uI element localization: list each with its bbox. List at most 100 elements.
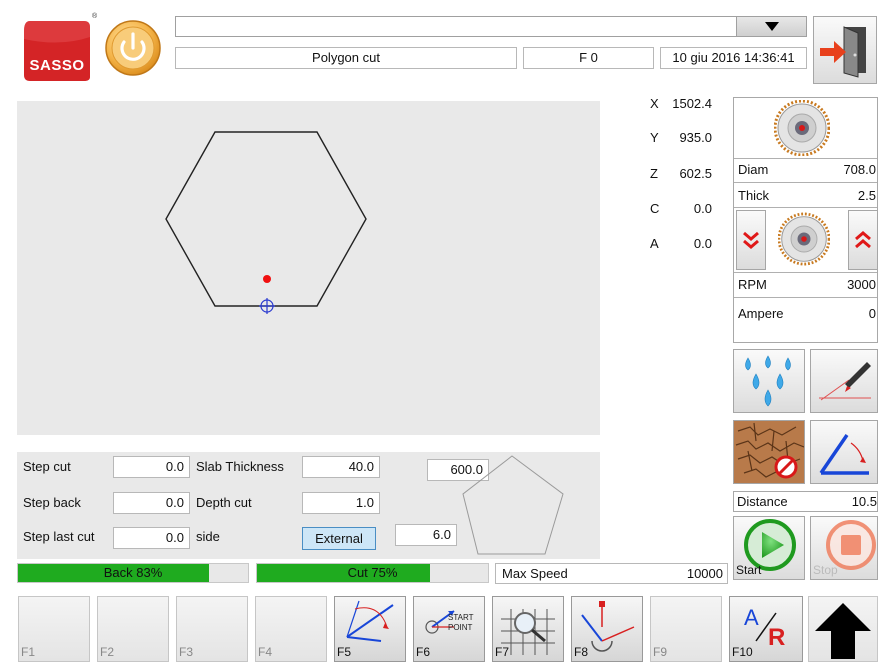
f2-label: F2 [100, 645, 115, 659]
distance-value: 10.5 [851, 494, 877, 509]
probe-button[interactable] [810, 349, 878, 413]
datetime-field: 10 giu 2016 14:36:41 [660, 47, 807, 69]
back-progress-text: Back 83% [103, 565, 163, 580]
slab-thickness-label: Slab Thickness [196, 459, 284, 474]
distance-row: Distance 10.5 [733, 491, 878, 512]
f8-label: F8 [574, 645, 589, 659]
diam-label: Diam [738, 162, 769, 177]
f9-label: F9 [653, 645, 668, 659]
brand-logo: SASSO ® [20, 13, 97, 83]
brand-logo-text: SASSO [29, 57, 85, 74]
up-arrow-icon [815, 603, 871, 659]
axis-z-label: Z [650, 166, 658, 181]
program-select[interactable] [175, 16, 807, 37]
start-point-crosshair-icon [259, 298, 275, 314]
pentagon-preview-icon [462, 455, 564, 555]
blade-up-button[interactable] [848, 210, 878, 270]
side-external-button[interactable]: External [302, 527, 376, 550]
f8-button[interactable]: F8 [571, 596, 643, 662]
double-chevron-up-icon [855, 231, 871, 249]
axis-c-value: 0.0 [693, 201, 712, 216]
rpm-label: RPM [738, 277, 767, 292]
slab-disabled-icon [734, 421, 805, 483]
step-back-label: Step back [23, 495, 81, 510]
axis-z-value: 602.5 [679, 166, 712, 181]
tool-position-marker [263, 275, 271, 283]
depth-cut-label: Depth cut [196, 495, 252, 510]
water-drops-icon [745, 355, 791, 407]
slab-texture-button[interactable] [733, 420, 805, 484]
angle-measure-icon [819, 434, 869, 475]
f10-button[interactable]: A R F10 [729, 596, 803, 662]
dropdown-button[interactable] [736, 17, 806, 36]
step-last-cut-label: Step last cut [23, 529, 95, 544]
max-speed-label: Max Speed [502, 566, 568, 581]
f6-point-text: POINT [448, 623, 473, 632]
back-progress-bar: Back 83% [17, 563, 249, 583]
svg-text:R: R [768, 624, 785, 651]
up-arrow-button[interactable] [808, 596, 878, 662]
start-label: Start [736, 563, 762, 577]
f5-button[interactable]: F5 [334, 596, 406, 662]
f2-button[interactable]: F2 [97, 596, 169, 662]
cut-progress-bar: Cut 75% [256, 563, 489, 583]
axis-x-value: 1502.4 [672, 96, 712, 111]
f3-label: F3 [179, 645, 194, 659]
blade-down-button[interactable] [736, 210, 766, 270]
step-cut-input[interactable]: 0.0 [113, 456, 190, 478]
thick-label: Thick [738, 188, 770, 203]
f1-label: F1 [21, 645, 36, 659]
f6-label: F6 [416, 645, 431, 659]
f4-button[interactable]: F4 [255, 596, 327, 662]
slab-thickness-input[interactable]: 40.0 [302, 456, 380, 478]
ampere-value: 0 [868, 306, 876, 321]
f1-button[interactable]: F1 [18, 596, 90, 662]
thick-value: 2.5 [857, 188, 876, 203]
max-speed-field: Max Speed 10000 [495, 563, 728, 584]
stop-button[interactable]: Stop [810, 516, 878, 580]
cut-preview-canvas[interactable] [17, 101, 600, 435]
axis-a-label: A [650, 236, 659, 251]
svg-text:A: A [744, 605, 759, 630]
ampere-label: Ampere [738, 306, 784, 321]
depth-cut-input[interactable]: 1.0 [302, 492, 380, 514]
f10-label: F10 [732, 645, 753, 659]
start-button[interactable]: Start [733, 516, 805, 580]
distance-label: Distance [737, 494, 788, 509]
axis-y-label: Y [650, 130, 659, 145]
axis-a-value: 0.0 [693, 236, 712, 251]
axis-c-label: C [650, 201, 660, 216]
rpm-value: 3000 [847, 277, 876, 292]
power-button[interactable] [103, 17, 163, 79]
f7-button[interactable]: F7 [492, 596, 564, 662]
blade-panel: Diam 708.0 Thick 2.5 RPM 3000 Ampere 0 [733, 97, 878, 343]
program-name-field: Polygon cut [175, 47, 517, 69]
chevron-down-icon [765, 22, 779, 31]
axis-y-value: 935.0 [679, 130, 712, 145]
blade-saw-icon [774, 100, 830, 156]
f5-label: F5 [337, 645, 352, 659]
f6-button[interactable]: START POINT F6 [413, 596, 485, 662]
start-point-icon [425, 610, 455, 634]
double-chevron-down-icon [743, 231, 759, 249]
f6-start-text: START [448, 613, 474, 622]
step-last-cut-input[interactable]: 0.0 [113, 527, 190, 549]
exit-button[interactable] [813, 16, 877, 84]
probe-pen-icon [819, 362, 871, 401]
f4-label: F4 [258, 645, 273, 659]
diam-value: 708.0 [843, 162, 876, 177]
max-speed-value: 10000 [686, 566, 723, 581]
blade-rpm-icon [778, 212, 830, 266]
f3-button[interactable]: F3 [176, 596, 248, 662]
f9-button[interactable]: F9 [650, 596, 722, 662]
cut-progress-text: Cut 75% [347, 565, 398, 580]
stop-label: Stop [813, 563, 838, 577]
angle-button[interactable] [810, 420, 878, 484]
f7-label: F7 [495, 645, 510, 659]
step-back-input[interactable]: 0.0 [113, 492, 190, 514]
water-button[interactable] [733, 349, 805, 413]
step-cut-label: Step cut [23, 459, 71, 474]
polygon-sides-input[interactable]: 6.0 [395, 524, 457, 546]
axes-readout: X 1502.4 Y 935.0 Z 602.5 C 0.0 A 0.0 [640, 96, 730, 266]
side-label: side [196, 529, 220, 544]
